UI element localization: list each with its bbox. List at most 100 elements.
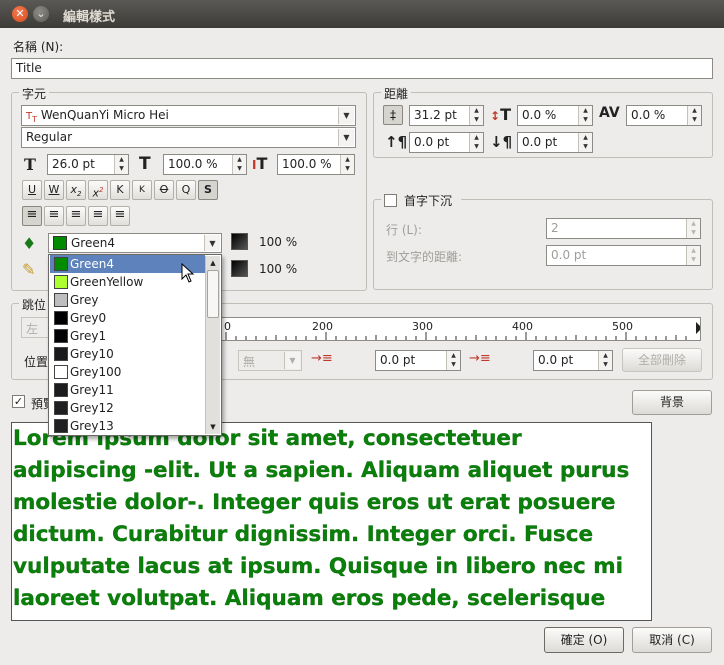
tab-position-label: 位置	[24, 355, 49, 369]
all-caps-button[interactable]: K	[110, 180, 130, 200]
spin-arrows-icon[interactable]: ▲ ▼	[114, 155, 128, 174]
chevron-down-icon[interactable]: ▼	[204, 235, 220, 251]
ruler-end-marker[interactable]	[696, 322, 701, 334]
spin-arrows-icon[interactable]: ▲ ▼	[686, 246, 700, 265]
scroll-down-icon[interactable]: ▼	[207, 421, 219, 433]
color-swatch	[54, 293, 68, 307]
list-item-label: Green4	[70, 257, 114, 271]
spin-arrows-icon[interactable]: ▲ ▼	[446, 351, 460, 370]
font-size-spin[interactable]: 26.0 pt ▲ ▼	[47, 154, 129, 175]
cancel-button[interactable]: 取消 (C)	[632, 627, 712, 653]
scale-width-spin[interactable]: 100.0 % ▲ ▼	[163, 154, 247, 175]
pen-icon: ✎	[22, 260, 36, 279]
chevron-down-icon[interactable]: ▼	[338, 129, 354, 146]
fill-shade-value[interactable]: 100 %	[259, 235, 297, 249]
align-justify-button[interactable]: ≡	[88, 206, 108, 226]
space-below-spin[interactable]: 0.0 pt ▲ ▼	[517, 132, 593, 153]
subscript-button[interactable]: x2	[66, 180, 86, 200]
spin-arrows-icon[interactable]: ▲ ▼	[232, 155, 246, 174]
dropcap-title: 首字下沉	[404, 194, 453, 208]
fill-bucket-icon: ♦	[22, 234, 37, 253]
space-above-value: 0.0 pt	[414, 135, 450, 149]
dropcap-distance-spin[interactable]: 0.0 pt ▲ ▼	[546, 245, 701, 266]
ruler-label: 400	[512, 320, 533, 333]
list-item[interactable]: Grey10	[50, 345, 205, 363]
scale-height-spin[interactable]: 100.0 % ▲ ▼	[277, 154, 355, 175]
line-spacing-spin[interactable]: 31.2 pt ▲ ▼	[409, 105, 484, 126]
scroll-thumb[interactable]	[207, 270, 219, 318]
spin-arrows-icon[interactable]: ▲ ▼	[598, 351, 612, 370]
scale-width-value: 100.0 %	[168, 157, 218, 171]
name-input[interactable]: Title	[11, 58, 713, 79]
preview-checkbox[interactable]: ✓	[12, 395, 25, 408]
font-name-combo[interactable]: TT WenQuanYi Micro Hei ▼	[21, 105, 356, 126]
list-item[interactable]: Grey0	[50, 309, 205, 327]
list-scrollbar[interactable]: ▲ ▼	[205, 256, 220, 434]
spin-arrows-icon[interactable]: ▲ ▼	[469, 106, 483, 125]
scale-height-icon: IT	[252, 154, 268, 173]
strikethrough-button[interactable]: O	[154, 180, 174, 200]
first-indent-spin[interactable]: 0.0 pt ▲ ▼	[375, 350, 461, 371]
color-swatch	[54, 419, 68, 433]
superscript-button[interactable]: x2	[88, 180, 108, 200]
font-name-value: WenQuanYi Micro Hei	[40, 108, 169, 122]
tab-fill-combo[interactable]: 無 ▼	[238, 350, 302, 371]
dropcap-distance-label: 到文字的距離:	[386, 250, 463, 264]
list-item-label: Grey0	[70, 311, 107, 325]
spin-arrows-icon[interactable]: ▲ ▼	[578, 106, 592, 125]
baseline-offset-icon: ↕T	[490, 105, 511, 124]
align-left-button[interactable]: ≡	[22, 206, 42, 226]
minimize-icon[interactable]: ⌄	[33, 6, 49, 22]
shade-icon	[231, 260, 248, 277]
align-force-justify-button[interactable]: ≡	[110, 206, 130, 226]
list-item[interactable]: Grey100	[50, 363, 205, 381]
shadow-button[interactable]: S	[198, 180, 218, 200]
first-indent-value: 0.0 pt	[380, 353, 416, 367]
spin-arrows-icon[interactable]: ▲ ▼	[687, 106, 701, 125]
preview-text: Lorem ipsum dolor sit amet, consectetuer…	[13, 426, 630, 620]
baseline-offset-spin[interactable]: 0.0 % ▲ ▼	[517, 105, 593, 126]
dropcap-lines-spin[interactable]: 2 ▲ ▼	[546, 218, 701, 239]
small-caps-button[interactable]: K	[132, 180, 152, 200]
list-item-label: Grey	[70, 293, 99, 307]
left-indent-icon: →≡	[469, 351, 491, 366]
close-icon[interactable]: ✕	[12, 6, 28, 22]
color-swatch	[54, 329, 68, 343]
font-style-combo[interactable]: Regular ▼	[21, 127, 356, 148]
list-item[interactable]: Grey	[50, 291, 205, 309]
spin-arrows-icon[interactable]: ▲ ▼	[686, 219, 700, 238]
spin-arrows-icon[interactable]: ▲ ▼	[340, 155, 354, 174]
color-dropdown-list[interactable]: Green4 GreenYellow Grey Grey0 Grey1 Grey…	[48, 254, 222, 436]
chevron-down-icon[interactable]: ▼	[338, 107, 354, 124]
tracking-spin[interactable]: 0.0 % ▲ ▼	[626, 105, 702, 126]
space-below-value: 0.0 pt	[522, 135, 558, 149]
chevron-down-icon[interactable]: ▼	[284, 352, 300, 369]
fill-color-combo[interactable]: Green4 ▼	[48, 233, 222, 253]
tab-ruler[interactable]: 0 200 300 400 500	[215, 317, 701, 341]
align-right-button[interactable]: ≡	[66, 206, 86, 226]
left-indent-spin[interactable]: 0.0 pt ▲ ▼	[533, 350, 613, 371]
outline-button[interactable]: Q	[176, 180, 196, 200]
stroke-shade-value[interactable]: 100 %	[259, 262, 297, 276]
space-above-spin[interactable]: 0.0 pt ▲ ▼	[409, 132, 484, 153]
delete-all-tabs-button[interactable]: 全部刪除	[622, 348, 702, 372]
underline-words-button[interactable]: W	[44, 180, 64, 200]
list-item[interactable]: Grey12	[50, 399, 205, 417]
background-button[interactable]: 背景	[632, 390, 712, 415]
list-item-label: Grey10	[70, 347, 114, 361]
scroll-up-icon[interactable]: ▲	[207, 257, 219, 269]
line-spacing-mode-icon[interactable]: ‡	[383, 105, 403, 125]
list-item[interactable]: Grey13	[50, 417, 205, 435]
tracking-value: 0.0 %	[631, 108, 666, 122]
list-item[interactable]: Grey1	[50, 327, 205, 345]
list-item[interactable]: Grey11	[50, 381, 205, 399]
dropcap-checkbox[interactable]	[384, 194, 397, 207]
tab-fill-value: 無	[243, 355, 256, 369]
underline-button[interactable]: U	[22, 180, 42, 200]
align-center-button[interactable]: ≡	[44, 206, 64, 226]
ok-button[interactable]: 確定 (O)	[544, 627, 624, 653]
dropcap-lines-value: 2	[551, 221, 559, 235]
spin-arrows-icon[interactable]: ▲ ▼	[469, 133, 483, 152]
character-group-title: 字元	[19, 85, 50, 102]
spin-arrows-icon[interactable]: ▲ ▼	[578, 133, 592, 152]
